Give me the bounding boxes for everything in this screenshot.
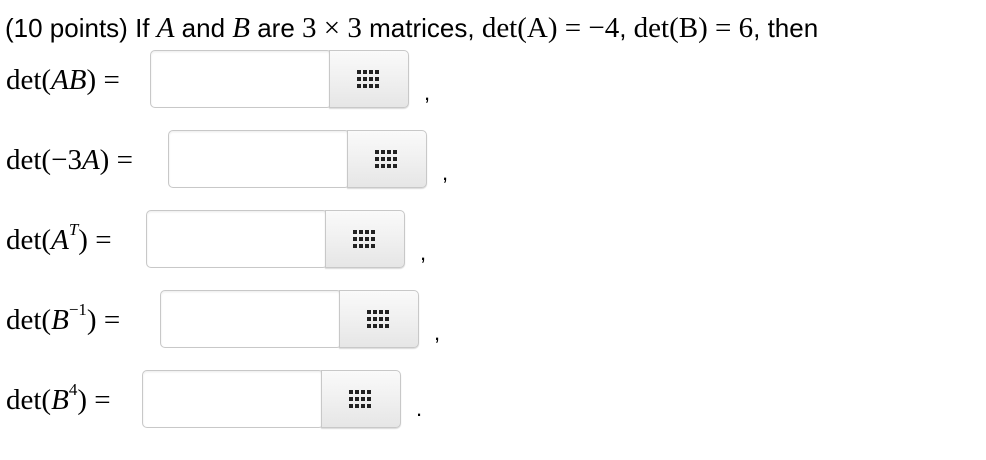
answer-label: det(B4) =: [6, 380, 111, 416]
math-palette-button[interactable]: [347, 130, 427, 188]
problem-statement: (10 points) If A and B are 3 × 3 matrice…: [5, 12, 818, 44]
matrix-dimensions: 3 × 3: [302, 12, 362, 44]
comma-text: ,: [619, 13, 634, 43]
math-palette-button[interactable]: [321, 370, 401, 428]
row-punctuation: ,: [442, 160, 449, 185]
problem-prefix: (10 points) If: [5, 13, 157, 43]
matrices-text: matrices,: [361, 13, 482, 43]
grid-icon: [375, 150, 399, 168]
grid-icon: [367, 310, 391, 328]
row-punctuation: ,: [434, 320, 441, 345]
answer-input[interactable]: [146, 210, 328, 268]
answer-row-det-minus3a: det(−3A) = ,: [0, 130, 986, 190]
answer-row-det-b4: det(B4) = .: [0, 370, 986, 430]
are-text: are: [250, 13, 303, 43]
answer-label: det(AB) =: [6, 64, 120, 96]
math-palette-button[interactable]: [339, 290, 419, 348]
answer-input[interactable]: [142, 370, 324, 428]
then-text: , then: [753, 13, 819, 43]
answer-row-det-b-inverse: det(B−1) = ,: [0, 290, 986, 350]
math-palette-button[interactable]: [325, 210, 405, 268]
answer-input[interactable]: [168, 130, 350, 188]
answer-input[interactable]: [150, 50, 332, 108]
math-palette-button[interactable]: [329, 50, 409, 108]
grid-icon: [357, 70, 381, 88]
row-punctuation: .: [416, 396, 423, 421]
answer-row-det-ab: det(AB) = ,: [0, 50, 986, 110]
answer-row-det-at: det(AT) = ,: [0, 210, 986, 270]
grid-icon: [349, 390, 373, 408]
matrix-b-symbol: B: [232, 12, 250, 44]
det-a-given: det(A) = −4: [481, 12, 620, 44]
answer-label: det(−3A) =: [6, 144, 133, 176]
answer-input[interactable]: [160, 290, 342, 348]
row-punctuation: ,: [420, 240, 427, 265]
and-text: and: [174, 13, 233, 43]
det-b-given: det(B) = 6: [633, 12, 754, 44]
row-punctuation: ,: [424, 80, 431, 105]
answer-label: det(B−1) =: [6, 300, 121, 336]
answer-label: det(AT) =: [6, 220, 112, 256]
matrix-a-symbol: A: [156, 12, 175, 44]
grid-icon: [353, 230, 377, 248]
